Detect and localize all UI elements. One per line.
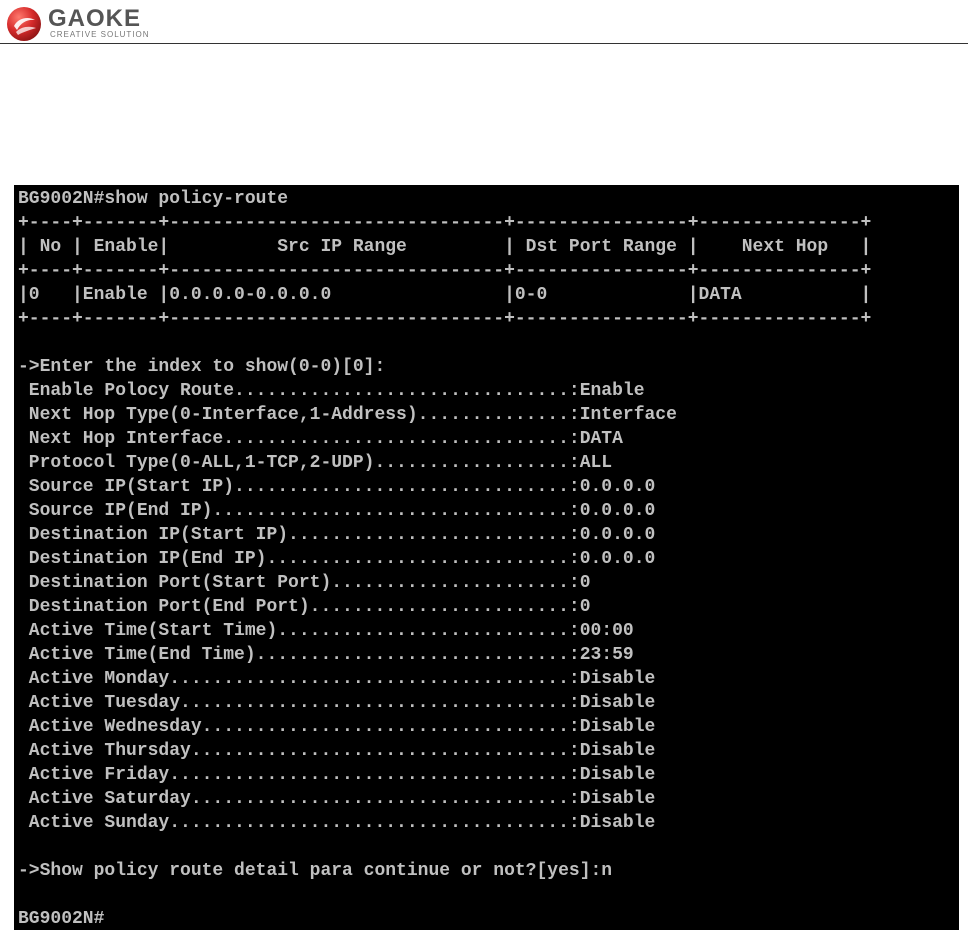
terminal-line: Active Saturday.........................… bbox=[18, 789, 656, 809]
terminal-line: BG9002N#show policy-route bbox=[18, 189, 289, 209]
terminal-line: BG9002N# bbox=[18, 909, 105, 929]
terminal-line: Active Time(End Time)...................… bbox=[18, 645, 634, 665]
brand-name: GAOKE bbox=[48, 5, 142, 32]
document-header: GAOKE CREATIVE SOLUTION bbox=[0, 0, 972, 44]
terminal-line: |0 |Enable |0.0.0.0-0.0.0.0 |0-0 |DATA | bbox=[18, 285, 872, 305]
terminal-line: Destination IP(Start IP)................… bbox=[18, 525, 656, 545]
terminal-line: Source IP(Start IP).....................… bbox=[18, 477, 656, 497]
terminal-line: Active Tuesday..........................… bbox=[18, 693, 656, 713]
terminal-line: Destination Port(Start Port)............… bbox=[18, 573, 591, 593]
terminal-line: Next Hop Type(0-Interface,1-Address)....… bbox=[18, 405, 677, 425]
terminal-line: ->Enter the index to show(0-0)[0]: bbox=[18, 357, 386, 377]
terminal-line: Active Sunday...........................… bbox=[18, 813, 656, 833]
terminal-line: Protocol Type(0-ALL,1-TCP,2-UDP)........… bbox=[18, 453, 613, 473]
header-divider bbox=[0, 43, 968, 44]
terminal-line: Active Friday...........................… bbox=[18, 765, 656, 785]
terminal-line: +----+-------+--------------------------… bbox=[18, 261, 872, 281]
red-sphere-logo-icon bbox=[7, 7, 41, 41]
terminal-line: Active Wednesday........................… bbox=[18, 717, 656, 737]
terminal-output: BG9002N#show policy-route +----+-------+-… bbox=[14, 185, 959, 930]
terminal-line: Active Time(Start Time).................… bbox=[18, 621, 634, 641]
terminal-line: Next Hop Interface......................… bbox=[18, 429, 623, 449]
terminal-line: | No | Enable| Src IP Range | Dst Port R… bbox=[18, 237, 872, 257]
terminal-line: Enable Polocy Route.....................… bbox=[18, 381, 645, 401]
terminal-line: Active Thursday.........................… bbox=[18, 741, 656, 761]
terminal-line: ->Show policy route detail para continue… bbox=[18, 861, 613, 881]
brand-tagline: CREATIVE SOLUTION bbox=[50, 30, 150, 39]
terminal-line: Active Monday...........................… bbox=[18, 669, 656, 689]
terminal-line: +----+-------+--------------------------… bbox=[18, 309, 872, 329]
terminal-line: Destination IP(End IP)..................… bbox=[18, 549, 656, 569]
terminal-window: BG9002N#show policy-route +----+-------+-… bbox=[14, 185, 959, 930]
terminal-line: +----+-------+--------------------------… bbox=[18, 213, 872, 233]
terminal-line: Destination Port(End Port)..............… bbox=[18, 597, 591, 617]
terminal-line: Source IP(End IP).......................… bbox=[18, 501, 656, 521]
